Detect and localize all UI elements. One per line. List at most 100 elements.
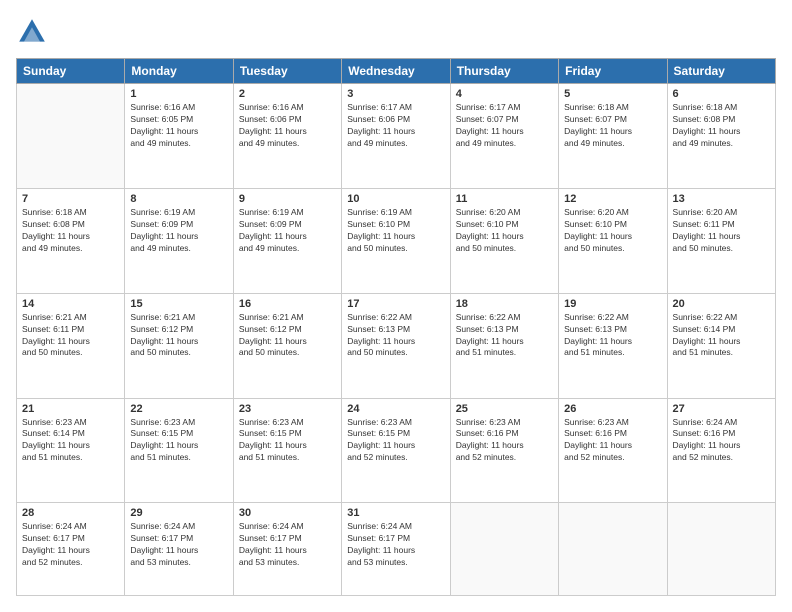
day-number: 14	[22, 298, 119, 310]
cell-info: Sunrise: 6:23 AM Sunset: 6:15 PM Dayligh…	[239, 417, 336, 465]
calendar-cell: 9Sunrise: 6:19 AM Sunset: 6:09 PM Daylig…	[233, 188, 341, 293]
calendar-cell: 10Sunrise: 6:19 AM Sunset: 6:10 PM Dayli…	[342, 188, 450, 293]
calendar-cell: 18 Sunrise: 6:22 AM Sunset: 6:13 PM Dayli…	[450, 293, 558, 398]
day-number: 1	[130, 88, 227, 100]
cell-info: Sunrise: 6:18 AM Sunset: 6:08 PM Dayligh…	[22, 207, 119, 255]
day-number: 2	[239, 88, 336, 100]
day-number: 15	[130, 298, 227, 310]
cell-info: Sunrise: 6:23 AM Sunset: 6:16 PM Dayligh…	[564, 417, 661, 465]
day-number: 26	[564, 403, 661, 415]
day-number: 17	[347, 298, 444, 310]
week-row-0: 1 Sunrise: 6:16 AM Sunset: 6:05 PM Daylig…	[17, 84, 776, 189]
day-header-wednesday: Wednesday	[342, 59, 450, 84]
cell-info: Sunrise: 6:24 AM Sunset: 6:17 PM Dayligh…	[22, 521, 119, 569]
cell-info: Sunrise: 6:21 AM Sunset: 6:12 PM Dayligh…	[239, 312, 336, 360]
day-number: 12	[564, 193, 661, 205]
calendar-cell: 3 Sunrise: 6:17 AM Sunset: 6:06 PM Daylig…	[342, 84, 450, 189]
day-number: 29	[130, 507, 227, 519]
cell-info: Sunrise: 6:16 AM Sunset: 6:06 PM Dayligh…	[239, 102, 336, 150]
day-number: 5	[564, 88, 661, 100]
calendar-cell: 8Sunrise: 6:19 AM Sunset: 6:09 PM Daylig…	[125, 188, 233, 293]
header	[16, 16, 776, 48]
day-number: 23	[239, 403, 336, 415]
week-row-4: 28 Sunrise: 6:24 AM Sunset: 6:17 PM Dayli…	[17, 503, 776, 596]
calendar-cell	[450, 503, 558, 596]
cell-info: Sunrise: 6:18 AM Sunset: 6:07 PM Dayligh…	[564, 102, 661, 150]
calendar-cell: 16 Sunrise: 6:21 AM Sunset: 6:12 PM Dayli…	[233, 293, 341, 398]
cell-info: Sunrise: 6:20 AM Sunset: 6:10 PM Dayligh…	[456, 207, 553, 255]
day-number: 27	[673, 403, 770, 415]
day-number: 30	[239, 507, 336, 519]
calendar-table: SundayMondayTuesdayWednesdayThursdayFrid…	[16, 58, 776, 596]
cell-info: Sunrise: 6:17 AM Sunset: 6:06 PM Dayligh…	[347, 102, 444, 150]
day-number: 7	[22, 193, 119, 205]
calendar-cell	[559, 503, 667, 596]
calendar-cell: 2 Sunrise: 6:16 AM Sunset: 6:06 PM Daylig…	[233, 84, 341, 189]
day-number: 20	[673, 298, 770, 310]
calendar-cell	[17, 84, 125, 189]
day-number: 21	[22, 403, 119, 415]
calendar-cell: 1 Sunrise: 6:16 AM Sunset: 6:05 PM Daylig…	[125, 84, 233, 189]
calendar-cell: 20 Sunrise: 6:22 AM Sunset: 6:14 PM Dayli…	[667, 293, 775, 398]
day-number: 18	[456, 298, 553, 310]
week-row-1: 7 Sunrise: 6:18 AM Sunset: 6:08 PM Daylig…	[17, 188, 776, 293]
cell-info: Sunrise: 6:23 AM Sunset: 6:15 PM Dayligh…	[347, 417, 444, 465]
day-header-monday: Monday	[125, 59, 233, 84]
day-number: 25	[456, 403, 553, 415]
calendar-cell: 5 Sunrise: 6:18 AM Sunset: 6:07 PM Daylig…	[559, 84, 667, 189]
cell-info: Sunrise: 6:23 AM Sunset: 6:14 PM Dayligh…	[22, 417, 119, 465]
cell-info: Sunrise: 6:19 AM Sunset: 6:10 PM Dayligh…	[347, 207, 444, 255]
calendar-cell: 11 Sunrise: 6:20 AM Sunset: 6:10 PM Dayli…	[450, 188, 558, 293]
day-header-thursday: Thursday	[450, 59, 558, 84]
calendar-cell: 4 Sunrise: 6:17 AM Sunset: 6:07 PM Daylig…	[450, 84, 558, 189]
day-header-saturday: Saturday	[667, 59, 775, 84]
day-header-tuesday: Tuesday	[233, 59, 341, 84]
day-number: 3	[347, 88, 444, 100]
cell-info: Sunrise: 6:18 AM Sunset: 6:08 PM Dayligh…	[673, 102, 770, 150]
calendar-cell: 23 Sunrise: 6:23 AM Sunset: 6:15 PM Dayli…	[233, 398, 341, 503]
calendar-cell: 15Sunrise: 6:21 AM Sunset: 6:12 PM Dayli…	[125, 293, 233, 398]
calendar-cell: 7 Sunrise: 6:18 AM Sunset: 6:08 PM Daylig…	[17, 188, 125, 293]
logo-icon	[16, 16, 48, 48]
day-number: 16	[239, 298, 336, 310]
calendar-cell	[667, 503, 775, 596]
header-row: SundayMondayTuesdayWednesdayThursdayFrid…	[17, 59, 776, 84]
day-number: 4	[456, 88, 553, 100]
cell-info: Sunrise: 6:24 AM Sunset: 6:17 PM Dayligh…	[347, 521, 444, 569]
cell-info: Sunrise: 6:24 AM Sunset: 6:17 PM Dayligh…	[130, 521, 227, 569]
calendar-cell: 26 Sunrise: 6:23 AM Sunset: 6:16 PM Dayli…	[559, 398, 667, 503]
cell-info: Sunrise: 6:22 AM Sunset: 6:14 PM Dayligh…	[673, 312, 770, 360]
week-row-2: 14Sunrise: 6:21 AM Sunset: 6:11 PM Dayli…	[17, 293, 776, 398]
calendar-cell: 22 Sunrise: 6:23 AM Sunset: 6:15 PM Dayli…	[125, 398, 233, 503]
cell-info: Sunrise: 6:19 AM Sunset: 6:09 PM Dayligh…	[239, 207, 336, 255]
cell-info: Sunrise: 6:20 AM Sunset: 6:11 PM Dayligh…	[673, 207, 770, 255]
cell-info: Sunrise: 6:22 AM Sunset: 6:13 PM Dayligh…	[456, 312, 553, 360]
calendar-cell: 21 Sunrise: 6:23 AM Sunset: 6:14 PM Dayli…	[17, 398, 125, 503]
calendar-cell: 30 Sunrise: 6:24 AM Sunset: 6:17 PM Dayli…	[233, 503, 341, 596]
cell-info: Sunrise: 6:17 AM Sunset: 6:07 PM Dayligh…	[456, 102, 553, 150]
calendar-cell: 13 Sunrise: 6:20 AM Sunset: 6:11 PM Dayli…	[667, 188, 775, 293]
day-number: 19	[564, 298, 661, 310]
calendar-cell: 31Sunrise: 6:24 AM Sunset: 6:17 PM Dayli…	[342, 503, 450, 596]
day-number: 22	[130, 403, 227, 415]
calendar-cell: 12 Sunrise: 6:20 AM Sunset: 6:10 PM Dayli…	[559, 188, 667, 293]
calendar-cell: 24Sunrise: 6:23 AM Sunset: 6:15 PM Dayli…	[342, 398, 450, 503]
day-number: 28	[22, 507, 119, 519]
calendar: SundayMondayTuesdayWednesdayThursdayFrid…	[16, 58, 776, 596]
day-header-friday: Friday	[559, 59, 667, 84]
cell-info: Sunrise: 6:24 AM Sunset: 6:17 PM Dayligh…	[239, 521, 336, 569]
calendar-cell: 27Sunrise: 6:24 AM Sunset: 6:16 PM Dayli…	[667, 398, 775, 503]
calendar-cell: 17Sunrise: 6:22 AM Sunset: 6:13 PM Dayli…	[342, 293, 450, 398]
day-number: 6	[673, 88, 770, 100]
day-number: 11	[456, 193, 553, 205]
calendar-cell: 6 Sunrise: 6:18 AM Sunset: 6:08 PM Daylig…	[667, 84, 775, 189]
calendar-cell: 19Sunrise: 6:22 AM Sunset: 6:13 PM Dayli…	[559, 293, 667, 398]
calendar-cell: 14Sunrise: 6:21 AM Sunset: 6:11 PM Dayli…	[17, 293, 125, 398]
week-row-3: 21 Sunrise: 6:23 AM Sunset: 6:14 PM Dayli…	[17, 398, 776, 503]
day-number: 8	[130, 193, 227, 205]
day-number: 13	[673, 193, 770, 205]
page: SundayMondayTuesdayWednesdayThursdayFrid…	[0, 0, 792, 612]
cell-info: Sunrise: 6:20 AM Sunset: 6:10 PM Dayligh…	[564, 207, 661, 255]
cell-info: Sunrise: 6:16 AM Sunset: 6:05 PM Dayligh…	[130, 102, 227, 150]
cell-info: Sunrise: 6:23 AM Sunset: 6:15 PM Dayligh…	[130, 417, 227, 465]
